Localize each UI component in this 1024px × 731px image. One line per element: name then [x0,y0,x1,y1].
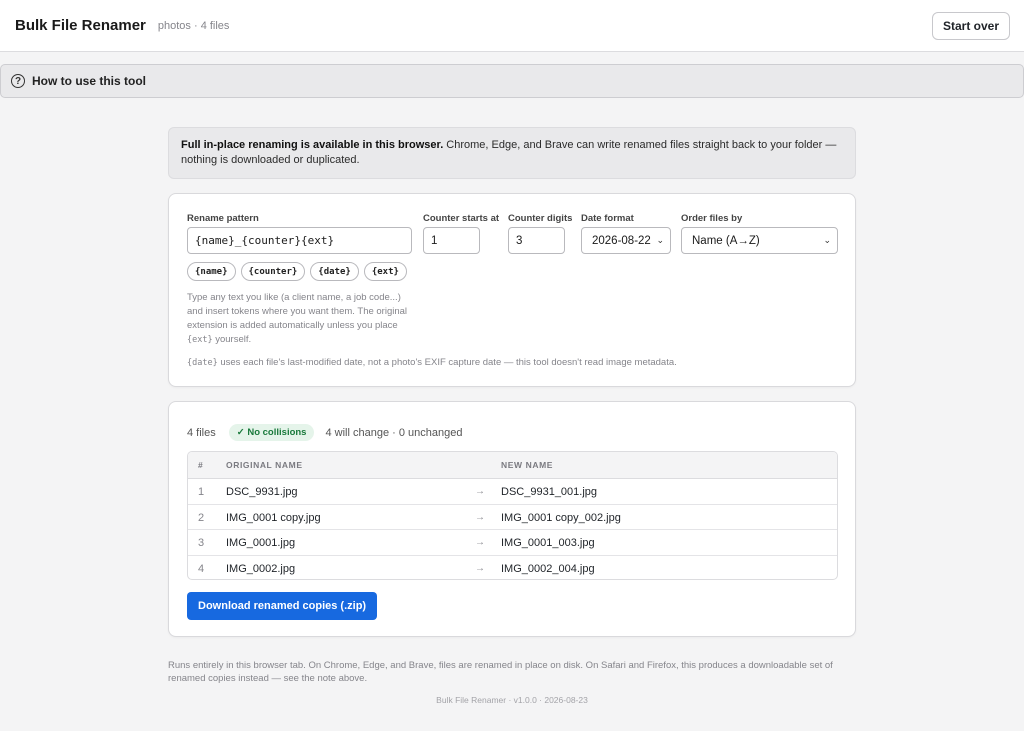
date-format-value: 2026-08-22 [592,234,651,247]
date-note: {date} uses each file's last-modified da… [187,357,677,368]
results-summary: 4 files ✓ No collisions 4 will change · … [187,424,462,441]
help-text-1: Type any text you like (a client name, a… [187,292,408,331]
folder-info: photos · 4 files [157,19,230,32]
date-format-select[interactable]: 2026-08-22 ⌄ [581,227,671,254]
how-to-use-toggle[interactable]: ? How to use this tool [0,64,1024,98]
new-name: DSC_9931_001.jpg [501,486,598,498]
original-name: DSC_9931.jpg [226,486,298,498]
question-circle-icon: ? [11,74,25,88]
pattern-label: Rename pattern [187,213,259,224]
app-title: Bulk File Renamer [15,17,146,34]
table-row: 2 IMG_0001 copy.jpg → IMG_0001 copy_002.… [188,505,837,530]
pattern-input[interactable]: {name}_{counter}{ext} [187,227,412,254]
chevron-down-icon: ⌄ [823,235,831,245]
counter-start-input[interactable]: 1 [423,227,480,254]
row-index: 2 [198,511,205,524]
date-note-text: uses each file's last-modified date, not… [217,357,677,368]
token-name-button[interactable]: {name} [187,262,236,281]
new-name: IMG_0001 copy_002.jpg [501,511,621,524]
top-bar: Bulk File Renamer photos · 4 files Start… [0,0,1024,52]
table-row: 3 IMG_0001.jpg → IMG_0001_003.jpg [188,530,837,556]
token-ext-button[interactable]: {ext} [363,262,407,281]
order-select[interactable]: Name (A→Z) ⌄ [681,227,838,254]
date-format-label: Date format [581,213,634,224]
original-name: IMG_0001.jpg [226,537,296,549]
counter-digits-input[interactable]: 3 [508,227,565,254]
results-card: 4 files ✓ No collisions 4 will change · … [168,401,856,637]
token-date-button[interactable]: {date} [310,262,359,281]
table-header: # ORIGINAL NAME NEW NAME [188,452,837,479]
help-ext-code: {ext} [187,335,213,345]
date-note-code: {date} [187,358,218,368]
counter-digits-label: Counter digits [508,213,573,224]
notice-bold: Full in-place renaming is available in t… [181,139,444,151]
arrow-right-icon: → [475,562,485,574]
row-index: 1 [198,486,205,498]
counter-start-label: Counter starts at [423,213,500,224]
status-badge: ✓ No collisions [228,424,315,441]
browser-support-notice: Full in-place renaming is available in t… [168,127,856,179]
row-index: 3 [198,537,205,549]
settings-card: Rename pattern {name}_{counter}{ext} Cou… [168,193,856,387]
arrow-right-icon: → [475,511,485,523]
column-header-index: # [198,460,204,470]
order-value: Name (A→Z) [692,234,760,247]
file-count: 4 files [187,426,216,439]
arrow-right-icon: → [475,537,485,548]
chevron-down-icon: ⌄ [656,235,664,245]
table-row: 4 IMG_0002.jpg → IMG_0002_004.jpg [188,556,837,580]
original-name: IMG_0001 copy.jpg [226,511,321,524]
table-row: 1 DSC_9931.jpg → DSC_9931_001.jpg [188,479,837,505]
row-index: 4 [198,562,205,575]
version-info: Bulk File Renamer · v1.0.0 · 2026-08-23 [436,695,588,705]
token-buttons: {name} {counter} {date} {ext} [187,262,407,281]
pattern-help-text: Type any text you like (a client name, a… [187,291,419,347]
footer-note: Runs entirely in this browser tab. On Ch… [168,660,833,684]
token-counter-button[interactable]: {counter} [240,262,306,281]
how-to-use-label: How to use this tool [32,74,146,88]
column-header-original: ORIGINAL NAME [226,460,303,470]
start-over-button[interactable]: Start over [931,11,1010,40]
arrow-right-icon: → [475,486,485,497]
rename-preview-table: # ORIGINAL NAME NEW NAME 1 DSC_9931.jpg … [187,451,838,580]
original-name: IMG_0002.jpg [226,562,296,575]
order-label: Order files by [681,213,743,224]
help-text-2: yourself. [212,334,252,345]
download-zip-button[interactable]: Download renamed copies (.zip) [187,592,378,620]
column-header-new: NEW NAME [501,460,554,470]
new-name: IMG_0002_004.jpg [501,562,595,575]
change-summary: 4 will change · 0 unchanged [325,426,463,439]
new-name: IMG_0001_003.jpg [501,537,595,549]
